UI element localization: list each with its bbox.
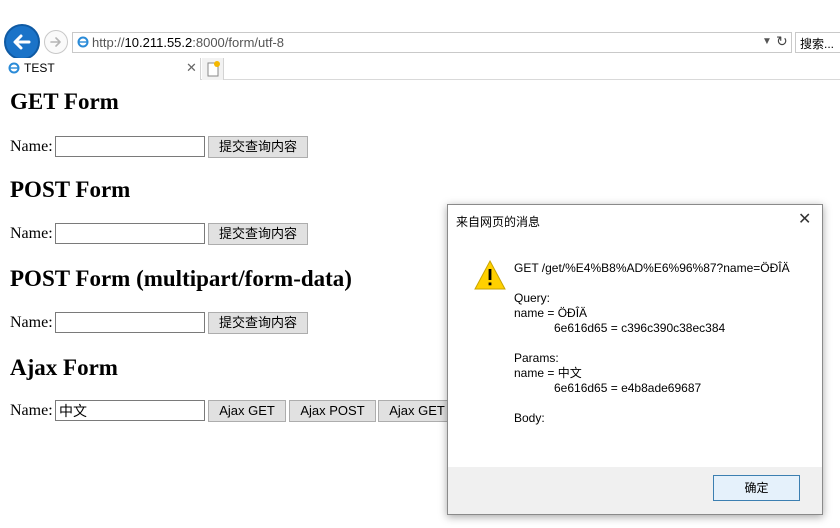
dialog-message: GET /get/%E4%B8%AD%E6%96%87?name=ÖÐÎÄ Qu… [514,261,790,425]
address-dropdown-icon[interactable]: ▼ [762,36,772,47]
ok-button[interactable]: 确定 [713,475,800,501]
post-form-heading: POST Form [10,177,131,202]
post-name-input[interactable] [55,223,205,244]
name-label: Name: [10,225,53,242]
back-arrow-icon [13,34,31,50]
refresh-icon[interactable]: ↻ [776,33,788,50]
tab-bar: TEST ✕ [0,58,840,80]
address-bar[interactable]: http://10.211.55.2:8000/form/utf-8 ▼ ↻ [72,32,792,53]
search-input[interactable]: 搜索... [795,32,840,53]
get-name-input[interactable] [55,136,205,157]
url-text: http://10.211.55.2:8000/form/utf-8 [92,35,285,50]
new-tab-button[interactable] [202,58,224,80]
name-label: Name: [10,138,53,155]
new-tab-icon [207,61,220,77]
get-submit-button[interactable]: 提交查询内容 [208,136,308,158]
ajax-post-button[interactable]: Ajax POST [289,400,376,422]
ie-page-icon [77,36,89,51]
alert-dialog: 来自网页的消息 ✕ GET /get/%E4%B8%AD%E6%96%87?na… [447,204,823,515]
forward-arrow-icon [50,37,61,47]
multipart-form-heading: POST Form (multipart/form-data) [10,266,352,291]
post-submit-button[interactable]: 提交查询内容 [208,223,308,245]
ie-tab-icon [8,62,20,77]
tab-close-icon[interactable]: ✕ [186,60,197,76]
get-form-heading: GET Form [10,89,119,114]
tab-test[interactable]: TEST ✕ [0,58,201,80]
warning-icon [473,259,507,296]
dialog-footer: 确定 [448,467,822,514]
ajax-get-button-2[interactable]: Ajax GET [378,400,456,422]
name-label: Name: [10,314,53,331]
forward-button[interactable] [44,30,68,54]
multipart-submit-button[interactable]: 提交查询内容 [208,312,308,334]
multipart-name-input[interactable] [55,312,205,333]
ajax-form-heading: Ajax Form [10,355,118,380]
dialog-title: 来自网页的消息 [456,215,541,229]
name-label: Name: [10,402,53,419]
ajax-name-input[interactable] [55,400,205,421]
browser-toolbar: http://10.211.55.2:8000/form/utf-8 ▼ ↻ 搜… [0,0,840,60]
dialog-close-icon[interactable]: ✕ [798,209,811,229]
back-button[interactable] [4,24,40,60]
tab-label: TEST [24,61,55,75]
ajax-get-button[interactable]: Ajax GET [208,400,286,422]
